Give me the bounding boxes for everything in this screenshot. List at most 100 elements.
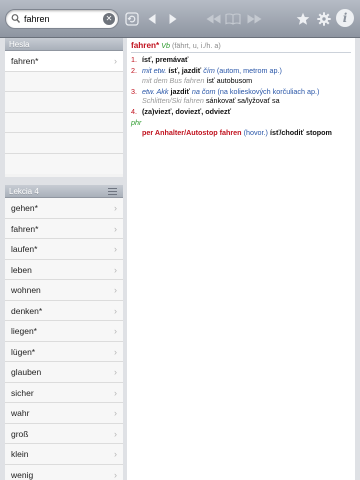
list-item[interactable]: sicher › bbox=[5, 382, 123, 403]
phrase-sk: ísť/chodiť stopom bbox=[269, 127, 332, 137]
chevron-right-icon: › bbox=[114, 346, 117, 357]
chevron-right-icon: › bbox=[114, 203, 117, 213]
context: čím bbox=[203, 66, 215, 76]
sense-2: 2. mit etw. ísť, jazdiť čím (autom, metro… bbox=[131, 66, 351, 84]
dictionary-entry: fahren* Vb (fährt, u, i./h. a) 1. ísť, pr… bbox=[127, 38, 355, 480]
toolbar: ✕ bbox=[0, 0, 360, 38]
history-section: Hesla fahren* › bbox=[5, 38, 123, 177]
chevron-right-icon: › bbox=[114, 428, 117, 439]
fast-forward-icon[interactable] bbox=[246, 11, 262, 27]
history-item[interactable]: fahren* › bbox=[5, 51, 123, 72]
refresh-icon[interactable] bbox=[124, 11, 140, 27]
lesson-list: gehen* › fahren* › laufen* › leben › wohnen ›… bbox=[5, 198, 123, 480]
empty-row bbox=[5, 92, 123, 113]
translation: jazdiť bbox=[170, 86, 190, 96]
list-item-label: liegen* bbox=[11, 326, 37, 336]
forward-icon[interactable] bbox=[166, 11, 180, 27]
phrase-note: (hovor.) bbox=[243, 127, 268, 137]
list-item[interactable]: denken* › bbox=[5, 300, 123, 321]
history-list: fahren* › bbox=[5, 51, 123, 177]
sense-number: 2. bbox=[131, 66, 137, 76]
context: na čom bbox=[191, 86, 216, 96]
search-input[interactable] bbox=[24, 12, 104, 26]
empty-row bbox=[5, 153, 123, 174]
phrase-de: per Anhalter/Autostop fahren bbox=[142, 127, 242, 137]
list-item-label: leben bbox=[11, 264, 32, 275]
chevron-right-icon: › bbox=[114, 56, 117, 66]
chevron-right-icon: › bbox=[114, 367, 117, 377]
history-item-label: fahren* bbox=[11, 56, 39, 66]
sense-number: 4. bbox=[131, 107, 137, 117]
chevron-right-icon: › bbox=[114, 326, 117, 336]
list-item[interactable]: gehen* › bbox=[5, 198, 123, 219]
empty-row bbox=[5, 71, 123, 92]
search-icon bbox=[11, 14, 21, 23]
list-item-label: klein bbox=[11, 449, 29, 459]
list-item[interactable]: fahren* › bbox=[5, 218, 123, 239]
example-sk: ísť autobusom bbox=[206, 75, 253, 85]
chevron-right-icon: › bbox=[114, 469, 117, 480]
note: (autom, metrom ap.) bbox=[216, 66, 282, 76]
clear-search-icon[interactable]: ✕ bbox=[103, 13, 115, 25]
example-de: mit dem Bus fahren bbox=[142, 75, 205, 85]
history-title: Hesla bbox=[9, 40, 30, 49]
sense-1: 1. ísť, premávať bbox=[131, 55, 351, 64]
empty-row bbox=[5, 133, 123, 154]
list-item[interactable]: klein › bbox=[5, 444, 123, 465]
list-item-label: lügen* bbox=[11, 346, 36, 357]
chevron-right-icon: › bbox=[114, 305, 117, 316]
context: mit etw. bbox=[142, 66, 167, 76]
list-item-label: laufen* bbox=[11, 244, 38, 254]
list-item-label: groß bbox=[11, 428, 29, 439]
headword: fahren* bbox=[131, 41, 160, 50]
list-item[interactable]: wohnen › bbox=[5, 280, 123, 301]
chevron-right-icon: › bbox=[114, 223, 117, 234]
book-icon[interactable] bbox=[224, 11, 242, 27]
search-field[interactable]: ✕ bbox=[5, 9, 119, 29]
rewind-icon[interactable] bbox=[205, 11, 221, 27]
chevron-right-icon: › bbox=[114, 408, 117, 418]
example-de: Schlitten/Ski fahren bbox=[142, 96, 204, 106]
section-gap bbox=[5, 177, 123, 185]
phrase: per Anhalter/Autostop fahren (hovor.) ís… bbox=[131, 128, 351, 137]
back-icon[interactable] bbox=[145, 11, 159, 27]
translation: ísť, jazdiť bbox=[168, 66, 202, 76]
sense-number: 3. bbox=[131, 86, 137, 96]
info-icon[interactable]: i bbox=[336, 9, 354, 27]
list-item[interactable]: liegen* › bbox=[5, 321, 123, 342]
list-item[interactable]: glauben › bbox=[5, 362, 123, 383]
empty-row bbox=[5, 112, 123, 133]
chevron-right-icon: › bbox=[114, 264, 117, 275]
note: (na kolieskových korčuliach ap.) bbox=[217, 86, 320, 96]
star-icon[interactable] bbox=[295, 11, 311, 27]
lesson-section: Lekcia 4 gehen* › fahren* › laufen* › leben… bbox=[5, 185, 123, 480]
chevron-right-icon: › bbox=[114, 387, 117, 398]
chevron-right-icon: › bbox=[114, 449, 117, 459]
lesson-header: Lekcia 4 bbox=[5, 185, 123, 198]
list-item[interactable]: wahr › bbox=[5, 403, 123, 424]
gear-icon[interactable] bbox=[316, 11, 332, 27]
list-item[interactable]: lügen* › bbox=[5, 341, 123, 362]
translation: ísť, premávať bbox=[142, 55, 189, 65]
list-item-label: glauben bbox=[11, 367, 42, 377]
phrase-label: phr bbox=[131, 118, 142, 128]
divider bbox=[131, 52, 351, 54]
history-header: Hesla bbox=[5, 38, 123, 51]
list-menu-icon[interactable] bbox=[108, 188, 117, 195]
list-item-label: wenig bbox=[11, 469, 34, 480]
sense-3: 3. etw. Akk jazdiť na čom (na kolieskovýc… bbox=[131, 87, 351, 105]
list-item-label: gehen* bbox=[11, 203, 38, 213]
list-item-label: wohnen bbox=[11, 285, 41, 295]
list-item-label: fahren* bbox=[11, 223, 39, 234]
chevron-right-icon: › bbox=[114, 285, 117, 295]
list-item[interactable]: wenig › bbox=[5, 464, 123, 480]
context: etw. Akk bbox=[142, 86, 169, 96]
translation: (za)viezť, doviezť, odviezť bbox=[142, 107, 232, 117]
list-item[interactable]: leben › bbox=[5, 259, 123, 280]
word-forms: (fährt, u, i./h. a) bbox=[172, 41, 221, 50]
list-item[interactable]: groß › bbox=[5, 423, 123, 444]
sidebar: Hesla fahren* › Lekcia 4 gehen* › fahren*… bbox=[5, 38, 123, 480]
entry-header: fahren* Vb (fährt, u, i./h. a) bbox=[131, 41, 351, 50]
example-sk: sánkovať sa/lyžovať sa bbox=[205, 96, 280, 106]
list-item[interactable]: laufen* › bbox=[5, 239, 123, 260]
